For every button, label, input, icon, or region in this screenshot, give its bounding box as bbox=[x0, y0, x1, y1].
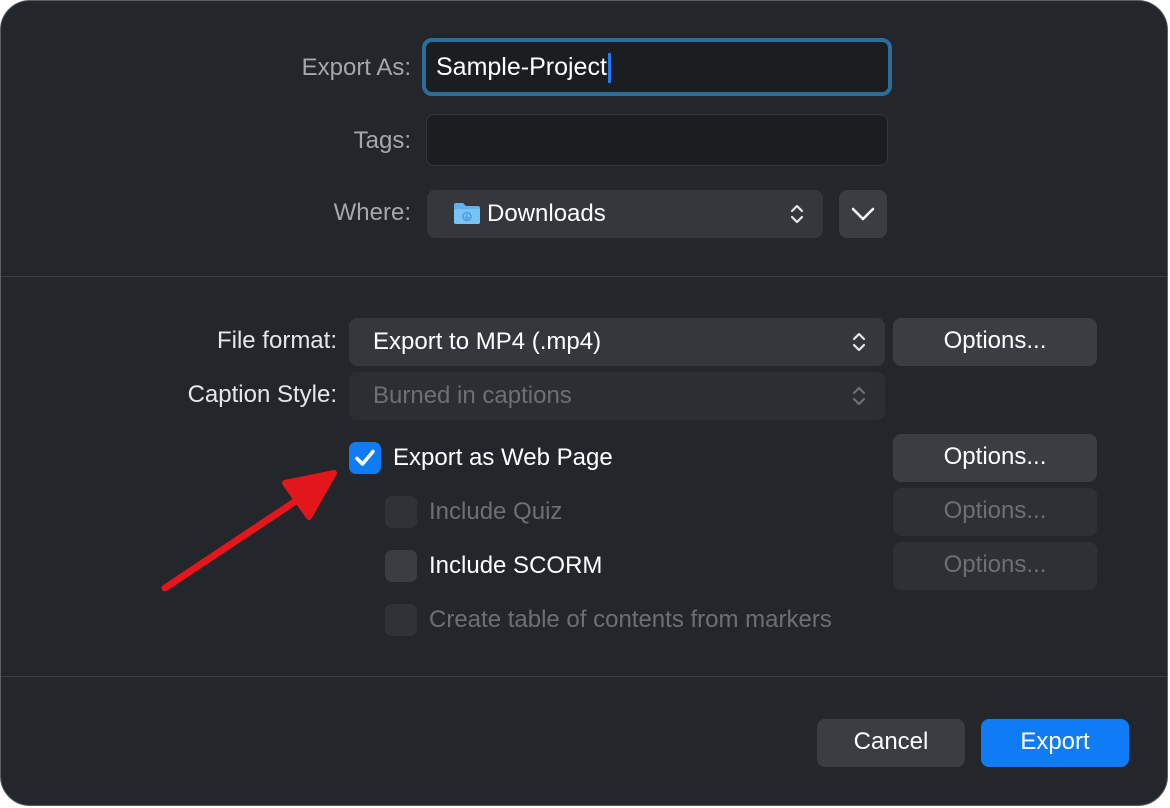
include-scorm-checkbox[interactable] bbox=[385, 550, 417, 582]
file-format-label: File format: bbox=[216, 327, 337, 354]
caption-style-label: Caption Style: bbox=[187, 381, 337, 408]
updown-chevron-icon bbox=[790, 204, 804, 224]
export-web-page-label: Export as Web Page bbox=[393, 444, 613, 471]
bottom-divider bbox=[1, 676, 1167, 677]
text-caret bbox=[607, 53, 611, 84]
updown-chevron-icon bbox=[852, 332, 866, 352]
tags-label: Tags: bbox=[353, 127, 411, 154]
export-as-field[interactable]: Sample-Project bbox=[422, 38, 892, 96]
updown-chevron-icon bbox=[852, 386, 866, 406]
caption-style-popup: Burned in captions bbox=[349, 372, 885, 420]
annotation-arrow-icon bbox=[161, 470, 337, 592]
scorm-options-button: Options... bbox=[893, 542, 1097, 590]
file-format-options-button[interactable]: Options... bbox=[893, 318, 1097, 366]
include-quiz-label: Include Quiz bbox=[429, 498, 563, 525]
caption-style-value: Burned in captions bbox=[373, 382, 572, 409]
file-format-value: Export to MP4 (.mp4) bbox=[373, 328, 602, 355]
tags-field[interactable] bbox=[426, 114, 888, 166]
top-divider bbox=[1, 276, 1167, 277]
export-web-page-checkbox[interactable] bbox=[349, 442, 381, 474]
create-toc-label: Create table of contents from markers bbox=[429, 606, 832, 633]
include-scorm-label: Include SCORM bbox=[429, 552, 603, 579]
include-quiz-checkbox bbox=[385, 496, 417, 528]
where-popup[interactable]: Downloads bbox=[427, 190, 823, 238]
expand-browser-button[interactable] bbox=[839, 190, 887, 238]
where-label: Where: bbox=[333, 199, 411, 226]
chevron-down-icon bbox=[851, 207, 875, 221]
folder-icon bbox=[454, 202, 480, 224]
export-button[interactable]: Export bbox=[981, 719, 1129, 767]
checkmark-icon bbox=[355, 449, 375, 466]
file-format-popup[interactable]: Export to MP4 (.mp4) bbox=[349, 318, 885, 366]
web-page-options-button[interactable]: Options... bbox=[893, 434, 1097, 482]
export-as-value: Sample-Project bbox=[436, 53, 607, 81]
where-value: Downloads bbox=[487, 200, 606, 227]
quiz-options-button: Options... bbox=[893, 488, 1097, 536]
export-dialog: Export As: Sample-Project Tags: Where: D… bbox=[0, 0, 1168, 806]
cancel-button[interactable]: Cancel bbox=[817, 719, 965, 767]
export-as-label: Export As: bbox=[301, 54, 411, 81]
create-toc-checkbox bbox=[385, 604, 417, 636]
